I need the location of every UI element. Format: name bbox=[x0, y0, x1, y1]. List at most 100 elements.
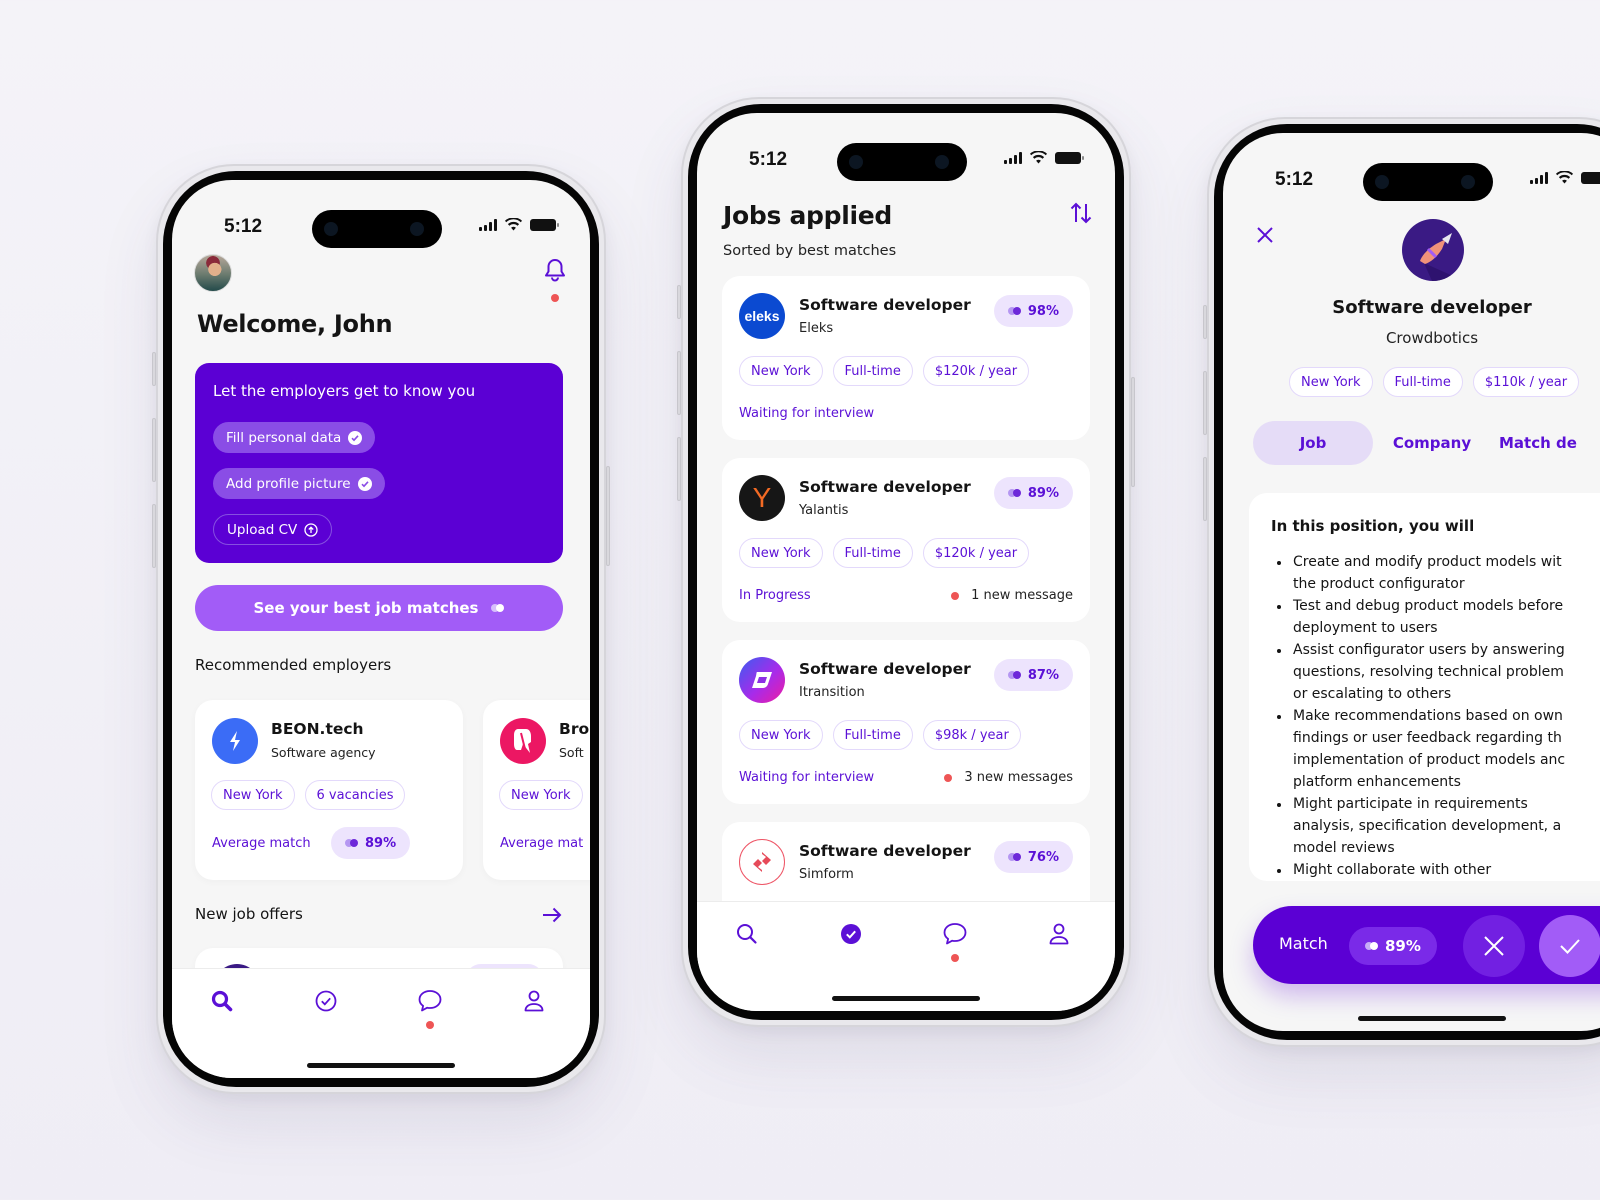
dynamic-island bbox=[312, 210, 442, 248]
accept-button[interactable] bbox=[1539, 915, 1600, 977]
tab-company[interactable]: Company bbox=[1373, 421, 1491, 465]
match-value: 98% bbox=[1027, 303, 1059, 319]
salary-chip: $120k / year bbox=[922, 538, 1030, 568]
arrow-right-icon[interactable] bbox=[542, 907, 562, 923]
battery-icon bbox=[1055, 151, 1084, 164]
match-action-bar: Match 89% bbox=[1253, 906, 1600, 984]
location-chip: New York bbox=[211, 780, 295, 810]
nav-messages[interactable] bbox=[939, 918, 971, 950]
nav-search[interactable] bbox=[731, 918, 763, 950]
see-best-matches-button[interactable]: See your best job matches bbox=[195, 585, 563, 631]
match-label: Match bbox=[1279, 934, 1328, 953]
chat-bubble-icon bbox=[418, 990, 442, 1012]
dynamic-island bbox=[1363, 163, 1493, 201]
check-circle-icon bbox=[348, 430, 363, 445]
home-indicator bbox=[832, 996, 980, 1001]
match-value: 87% bbox=[1027, 667, 1059, 683]
vacancies-chip: 6 vacancies bbox=[304, 780, 406, 810]
user-icon bbox=[524, 990, 544, 1012]
wifi-icon bbox=[505, 218, 522, 231]
match-value: 89% bbox=[1027, 485, 1059, 501]
company-name: Yalantis bbox=[799, 503, 849, 518]
sort-icon[interactable] bbox=[1069, 201, 1093, 225]
employment-type-chip: Full-time bbox=[1382, 367, 1463, 397]
fill-personal-data-chip[interactable]: Fill personal data bbox=[213, 422, 376, 453]
status-time: 5:12 bbox=[224, 216, 263, 237]
new-messages-indicator[interactable]: 1 new message bbox=[951, 588, 1073, 603]
job-title: Software developer bbox=[799, 842, 971, 860]
power-button bbox=[606, 466, 610, 566]
mute-switch bbox=[677, 285, 681, 319]
match-badge: 76% bbox=[993, 841, 1073, 873]
close-icon[interactable] bbox=[1255, 225, 1275, 245]
responsibility-item: Assist configurator users by answering q… bbox=[1271, 639, 1600, 705]
user-avatar[interactable] bbox=[194, 254, 232, 292]
close-icon bbox=[1484, 936, 1504, 956]
checkmark-icon bbox=[1560, 939, 1580, 954]
upload-icon bbox=[304, 522, 318, 537]
beon-logo bbox=[212, 718, 258, 764]
yalantis-logo: Y bbox=[739, 475, 785, 521]
nav-profile[interactable] bbox=[1043, 918, 1075, 950]
check-circle-icon bbox=[357, 476, 372, 491]
user-icon bbox=[1049, 923, 1069, 945]
nav-search[interactable] bbox=[206, 985, 238, 1017]
nav-profile[interactable] bbox=[518, 985, 550, 1017]
status-icons bbox=[479, 218, 559, 231]
new-messages-indicator[interactable]: 3 new messages bbox=[944, 770, 1073, 785]
volume-down-button bbox=[1203, 457, 1207, 521]
employer-card[interactable]: BEON.tech Software agency New York 6 vac… bbox=[195, 700, 463, 880]
onboarding-card: Let the employers get to know you Fill p… bbox=[195, 363, 563, 563]
bell-icon[interactable] bbox=[544, 258, 566, 282]
status-time: 5:12 bbox=[749, 149, 788, 170]
job-card[interactable]: Software developer Itransition 87% New Y… bbox=[722, 640, 1090, 804]
nav-messages[interactable] bbox=[414, 985, 446, 1017]
volume-up-button bbox=[677, 351, 681, 415]
match-value: 89% bbox=[365, 835, 397, 851]
match-badge: 98% bbox=[993, 295, 1073, 327]
sort-subtitle: Sorted by best matches bbox=[723, 243, 897, 259]
match-badge: 89% bbox=[1349, 927, 1437, 965]
upload-cv-chip[interactable]: Upload CV bbox=[213, 514, 333, 545]
match-dots-icon bbox=[490, 604, 505, 612]
tab-match-details[interactable]: Match de bbox=[1491, 421, 1577, 465]
match-badge: 89% bbox=[331, 827, 411, 859]
application-status: In Progress bbox=[739, 588, 811, 603]
job-card[interactable]: Y Software developer Yalantis 89% New Yo… bbox=[722, 458, 1090, 622]
company-name: Itransition bbox=[799, 685, 865, 700]
match-dots-icon bbox=[1007, 671, 1022, 679]
salary-chip: $120k / year bbox=[922, 356, 1030, 386]
search-icon bbox=[211, 990, 233, 1012]
company-name: Simform bbox=[799, 867, 854, 882]
detail-tabs: Job Company Match de bbox=[1253, 421, 1577, 465]
salary-chip: $110k / year bbox=[1472, 367, 1580, 397]
check-circle-filled-icon bbox=[841, 924, 861, 944]
employer-card[interactable]: Bro Soft New York Average mat bbox=[483, 700, 590, 880]
job-card[interactable]: eleks Software developer Eleks 98% New Y… bbox=[722, 276, 1090, 440]
employment-type-chip: Full-time bbox=[832, 538, 913, 568]
location-chip: New York bbox=[1289, 367, 1373, 397]
company-name: Eleks bbox=[799, 321, 834, 336]
job-title: Software developer bbox=[799, 660, 971, 678]
responsibility-item: Might collaborate with other bbox=[1271, 859, 1600, 881]
nav-applied[interactable] bbox=[835, 918, 867, 950]
responsibility-item: Might participate in requirements analys… bbox=[1271, 793, 1600, 859]
dynamic-island bbox=[837, 143, 967, 181]
employer-type: Soft bbox=[559, 745, 584, 760]
nav-applied[interactable] bbox=[310, 985, 342, 1017]
step-label: Add profile picture bbox=[226, 475, 351, 492]
bottom-nav bbox=[697, 901, 1115, 1011]
volume-down-button bbox=[152, 504, 156, 568]
application-status: Waiting for interview bbox=[739, 406, 875, 421]
tab-job[interactable]: Job bbox=[1253, 421, 1373, 465]
new-job-offers-heading: New job offers bbox=[195, 905, 303, 923]
wifi-icon bbox=[1030, 151, 1047, 164]
add-profile-picture-chip[interactable]: Add profile picture bbox=[213, 468, 385, 499]
jobs-applied-screen: 5:12 Jobs applied Sorted by best matches… bbox=[697, 113, 1115, 1011]
reject-button[interactable] bbox=[1463, 915, 1525, 977]
phone-job-detail: 5:12 Software developer Crowdbotics New … bbox=[1203, 117, 1600, 1047]
home-indicator bbox=[1358, 1016, 1506, 1021]
responsibility-item: Test and debug product models before dep… bbox=[1271, 595, 1600, 639]
employer-type: Software agency bbox=[271, 745, 376, 760]
volume-up-button bbox=[152, 418, 156, 482]
